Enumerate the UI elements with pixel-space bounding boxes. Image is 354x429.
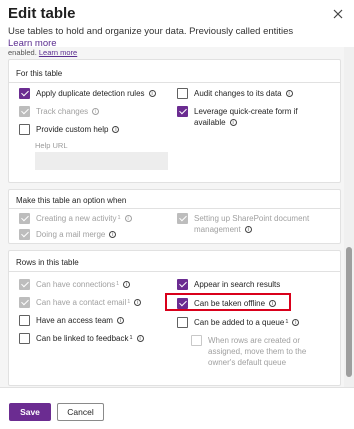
scrollbar[interactable] (344, 47, 354, 387)
info-icon[interactable]: i (124, 215, 132, 222)
checkbox-provide-custom-help[interactable]: Provide custom help i (19, 124, 120, 135)
info-icon[interactable]: i (134, 299, 142, 306)
checkbox-have-access-team[interactable]: Have an access team i (19, 315, 124, 326)
cutoff-label: enabled. (8, 48, 37, 57)
cutoff-learn-more-link[interactable]: Learn more (39, 48, 77, 57)
info-icon[interactable]: i (123, 281, 131, 288)
help-url-label: Help URL (35, 141, 68, 150)
checkbox-can-have-connections: Can have connections1 i (19, 279, 131, 290)
checkbox-label: Doing a mail merge i (36, 229, 117, 240)
checkbox-label: Can be linked to feedback1 i (36, 333, 144, 344)
checkbox-box (191, 335, 202, 346)
help-url-input (35, 152, 168, 170)
save-button[interactable]: Save (9, 403, 51, 421)
info-icon[interactable]: i (109, 231, 117, 238)
info-icon[interactable]: i (244, 226, 252, 233)
checkbox-label: Track changes i (36, 106, 100, 117)
section-divider (9, 271, 340, 272)
checkbox-label: Creating a new activity1 i (36, 213, 132, 224)
checkbox-apply-duplicate-detection[interactable]: Apply duplicate detection rules i (19, 88, 156, 99)
info-icon[interactable]: i (148, 90, 156, 97)
checkbox-label: Setting up SharePoint document management… (194, 214, 310, 234)
cancel-button[interactable]: Cancel (57, 403, 104, 421)
info-icon[interactable]: i (285, 90, 293, 97)
checkbox-box (19, 213, 30, 224)
checkbox-box[interactable] (177, 317, 188, 328)
checkbox-box[interactable] (19, 88, 30, 99)
checkbox-can-have-contact-email: Can have a contact email1 i (19, 297, 142, 308)
info-icon[interactable]: i (292, 319, 300, 326)
section-title: Make this table an option when (16, 196, 127, 205)
checkbox-box[interactable] (19, 124, 30, 135)
checkbox-creating-new-activity: Creating a new activity1 i (19, 213, 132, 224)
checkbox-label: When rows are created or assigned, move t… (208, 336, 307, 367)
checkbox-audit-changes[interactable]: Audit changes to its data i (177, 88, 293, 99)
checkbox-label: Can have a contact email1 i (36, 297, 142, 308)
info-icon[interactable]: i (92, 108, 100, 115)
highlight-box (165, 293, 291, 311)
cutoff-text: enabled. Learn more (8, 48, 77, 57)
checkbox-box[interactable] (177, 279, 188, 290)
checkbox-label: Appear in search results (194, 280, 281, 289)
section-title: Rows in this table (16, 258, 79, 267)
checkbox-label: Provide custom help i (36, 124, 120, 135)
checkbox-box (177, 213, 188, 224)
checkbox-move-to-default-queue: When rows are created or assigned, move t… (191, 335, 306, 368)
info-icon[interactable]: i (136, 335, 144, 342)
checkbox-label: Audit changes to its data i (194, 88, 293, 99)
section-divider (9, 82, 340, 83)
checkbox-box[interactable] (19, 333, 30, 344)
checkbox-box (19, 297, 30, 308)
section-divider (9, 208, 340, 209)
info-icon[interactable]: i (116, 317, 124, 324)
info-icon[interactable]: i (229, 119, 237, 126)
checkbox-box[interactable] (177, 88, 188, 99)
checkbox-label: Can be added to a queue1 i (194, 317, 300, 328)
scrollbar-thumb[interactable] (346, 247, 352, 377)
checkbox-box (19, 229, 30, 240)
section-rows-in-table: Rows in this table Can have connections1… (8, 250, 341, 386)
checkbox-sharepoint-document: Setting up SharePoint document management… (177, 213, 309, 235)
checkbox-leverage-quick-create[interactable]: Leverage quick-create form if available i (177, 106, 298, 128)
checkbox-can-be-added-to-queue[interactable]: Can be added to a queue1 i (177, 317, 300, 328)
checkbox-box (19, 106, 30, 117)
checkbox-track-changes: Track changes i (19, 106, 100, 117)
checkbox-doing-mail-merge: Doing a mail merge i (19, 229, 117, 240)
checkbox-appear-in-search[interactable]: Appear in search results (177, 279, 280, 290)
dialog-footer: Save Cancel (0, 387, 354, 429)
section-for-this-table: For this table Apply duplicate detection… (8, 59, 341, 183)
checkbox-linked-to-feedback[interactable]: Can be linked to feedback1 i (19, 333, 144, 344)
dialog-title: Edit table (8, 5, 76, 22)
section-option-when: Make this table an option when Creating … (8, 189, 341, 244)
checkbox-label: Can have connections1 i (36, 279, 131, 290)
dialog-subtitle: Use tables to hold and organize your dat… (8, 26, 294, 37)
checkbox-box[interactable] (19, 315, 30, 326)
info-icon[interactable]: i (112, 126, 120, 133)
checkbox-label: Apply duplicate detection rules i (36, 88, 156, 99)
settings-scroll-area[interactable]: enabled. Learn more For this table Apply… (0, 47, 344, 387)
close-icon[interactable] (330, 6, 346, 22)
section-title: For this table (16, 69, 63, 78)
checkbox-box[interactable] (177, 106, 188, 117)
checkbox-label: Leverage quick-create form if available i (194, 107, 298, 127)
checkbox-box (19, 279, 30, 290)
checkbox-label: Have an access team i (36, 315, 124, 326)
